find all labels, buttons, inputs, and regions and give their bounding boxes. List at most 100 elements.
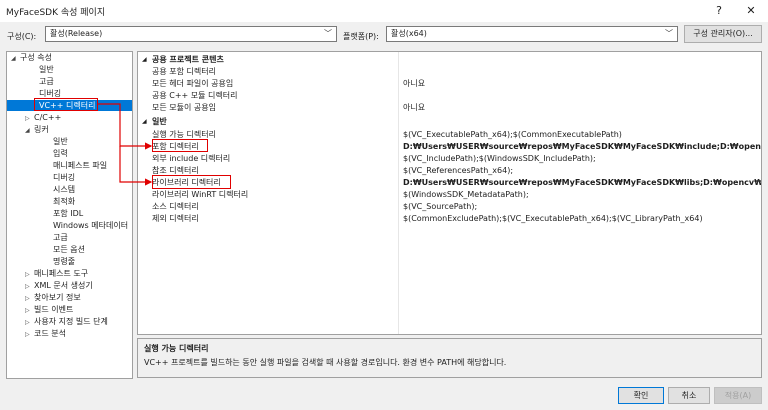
tree-item-label: 코드 분석 [34,329,66,338]
tree-item-browse-info[interactable]: ▷ 찾아보기 정보 [25,292,81,303]
tree-item-label: 구성 속성 [20,53,52,62]
property-row[interactable]: 공용 C++ 모듈 디렉터리 [138,90,761,102]
tree-item-custom-build-step[interactable]: ▷ 사용자 지정 빌드 단계 [25,316,108,327]
cancel-button[interactable]: 취소 [668,387,710,404]
category-label: 일반 [152,117,167,126]
config-label: 구성(C): [7,32,37,41]
tree-item-label: 디버깅 [39,89,62,98]
expand-icon[interactable]: ▷ [25,281,34,292]
config-value: 활성(Release) [50,29,103,38]
expand-icon[interactable]: ▷ [25,305,34,316]
config-dropdown[interactable]: 활성(Release) ﹀ [45,26,337,42]
annotation-box-library-dirs [152,175,231,189]
property-value[interactable]: 아니요 [403,78,425,90]
description-title: 실행 가능 디렉터리 [144,344,209,353]
property-name: 공용 C++ 모듈 디렉터리 [152,91,238,100]
tree-item-linker-manifest[interactable]: 매니페스트 파일 [53,160,107,171]
property-name: 모든 모듈이 공용임 [152,103,216,112]
property-row-library-dirs[interactable]: 라이브러리 디렉터리 D:₩Users₩USER₩source₩repos₩MyF… [138,177,761,189]
tree-item-linker-general[interactable]: 일반 [53,136,68,147]
tree-item-linker[interactable]: ◢ 링커 [25,124,49,135]
tree-item-xml-doc-generator[interactable]: ▷ XML 문서 생성기 [25,280,93,291]
property-name: 소스 디렉터리 [152,202,199,211]
tree-item-linker-optimization[interactable]: 최적화 [53,196,75,207]
apply-button[interactable]: 적용(A) [714,387,762,404]
property-row-reference-dirs[interactable]: 참조 디렉터리 $(VC_ReferencesPath_x64); [138,165,761,177]
property-value[interactable]: D:₩Users₩USER₩source₩repos₩MyFaceSDK₩MyF… [403,177,761,189]
tree-item-config-properties[interactable]: ◢ 구성 속성 [11,52,52,63]
property-value[interactable]: $(WindowsSDK_MetadataPath); [403,189,529,201]
property-row-executable-dirs[interactable]: 실행 가능 디렉터리 $(VC_ExecutablePath_x64);$(Com… [138,129,761,141]
tree-item-c-cpp[interactable]: ▷ C/C++ [25,112,61,123]
platform-dropdown[interactable]: 활성(x64) ﹀ [386,26,678,42]
expand-icon[interactable]: ▷ [25,269,34,280]
tree-item-label: 모든 옵션 [53,245,85,254]
property-name: 라이브러리 WinRT 디렉터리 [152,190,249,199]
tree-item-manifest-tool[interactable]: ▷ 매니페스트 도구 [25,268,88,279]
config-manager-button[interactable]: 구성 관리자(O)... [684,25,762,43]
window-title: MyFaceSDK 속성 페이지 [6,8,106,18]
tree-item-code-analysis[interactable]: ▷ 코드 분석 [25,328,66,339]
help-button[interactable]: ? [708,2,730,20]
tree-item-linker-system[interactable]: 시스템 [53,184,75,195]
tree-item-label: 일반 [39,65,54,74]
collapse-icon[interactable]: ◢ [142,116,147,128]
category-general[interactable]: ◢ 일반 [138,116,761,128]
tree-item-linker-windows-metadata[interactable]: Windows 메타데이터 [53,220,128,231]
tree-item-label: 찾아보기 정보 [34,293,81,302]
property-value[interactable]: $(VC_IncludePath);$(WindowsSDK_IncludePa… [403,153,596,165]
platform-value: 활성(x64) [391,29,427,38]
property-row-exclude-dirs[interactable]: 제외 디렉터리 $(CommonExcludePath);$(VC_Executa… [138,213,761,225]
close-button[interactable]: ✕ [740,2,762,20]
property-row[interactable]: 모든 모듈이 공용임 아니요 [138,102,761,114]
tree-item-label: 디버깅 [53,173,76,182]
collapse-icon[interactable]: ◢ [25,125,34,136]
property-row-source-dirs[interactable]: 소스 디렉터리 $(VC_SourcePath); [138,201,761,213]
tree-item-label: 빌드 이벤트 [34,305,74,314]
title-bar: MyFaceSDK 속성 페이지 ? ✕ [0,0,768,22]
property-grid[interactable]: ◢ 공용 프로젝트 콘텐츠 공용 포함 디렉터리 모든 헤더 파일이 공용임 아니요… [137,51,762,335]
tree-item-label: 명령줄 [53,257,76,266]
tree-item-label: 매니페스트 도구 [34,269,89,278]
chevron-down-icon: ﹀ [665,29,673,38]
property-value[interactable]: $(VC_ReferencesPath_x64); [403,165,513,177]
expand-icon[interactable]: ▷ [25,317,34,328]
property-name: 외부 include 디렉터리 [152,154,231,163]
collapse-icon[interactable]: ◢ [142,54,147,66]
category-public-project-content[interactable]: ◢ 공용 프로젝트 콘텐츠 [138,54,761,66]
tree-item-label: 포함 IDL [53,209,84,218]
tree-item-label: 시스템 [53,185,76,194]
tree-item-linker-debugging[interactable]: 디버깅 [53,172,75,183]
tree-item-linker-embedded-idl[interactable]: 포함 IDL [53,208,83,219]
property-value[interactable]: $(CommonExcludePath);$(VC_ExecutablePath… [403,213,703,225]
tree-item-linker-input[interactable]: 입력 [53,148,68,159]
property-value[interactable]: 아니요 [403,102,425,114]
property-value[interactable]: D:₩Users₩USER₩source₩repos₩MyFaceSDK₩MyF… [403,141,761,153]
property-row-library-winrt-dirs[interactable]: 라이브러리 WinRT 디렉터리 $(WindowsSDK_MetadataPat… [138,189,761,201]
platform-label: 플랫폼(P): [343,32,379,41]
tree-item-linker-command-line[interactable]: 명령줄 [53,256,75,267]
annotation-box-vc-directories [34,98,98,111]
tree-item-linker-all-options[interactable]: 모든 옵션 [53,244,85,255]
property-value[interactable]: $(VC_SourcePath); [403,201,477,213]
property-row[interactable]: 모든 헤더 파일이 공용임 아니요 [138,78,761,90]
ok-button[interactable]: 확인 [618,387,664,404]
expand-icon[interactable]: ◢ [11,53,20,64]
description-text: VC++ 프로젝트를 빌드하는 동안 실행 파일을 검색할 때 사용할 경로입니… [144,358,507,367]
tree-item-build-events[interactable]: ▷ 빌드 이벤트 [25,304,73,315]
property-name: 공용 포함 디렉터리 [152,67,216,76]
tree-item-linker-advanced[interactable]: 고급 [53,232,68,243]
expand-icon[interactable]: ▷ [25,329,34,340]
expand-icon[interactable]: ▷ [25,293,34,304]
property-row-external-include-dirs[interactable]: 외부 include 디렉터리 $(VC_IncludePath);$(Windo… [138,153,761,165]
expand-icon[interactable]: ▷ [25,113,34,124]
tree-item-advanced[interactable]: 고급 [39,76,54,87]
tree-item-label: 매니페스트 파일 [53,161,108,170]
tree-item-general[interactable]: 일반 [39,64,54,75]
property-row[interactable]: 공용 포함 디렉터리 [138,66,761,78]
property-row-include-dirs[interactable]: 포함 디렉터리 D:₩Users₩USER₩source₩repos₩MyFace… [138,141,761,153]
tree-item-label: 일반 [53,137,68,146]
tree-item-label: 링커 [34,125,49,134]
description-panel: 실행 가능 디렉터리 VC++ 프로젝트를 빌드하는 동안 실행 파일을 검색할… [137,338,762,378]
property-value[interactable]: $(VC_ExecutablePath_x64);$(CommonExecuta… [403,129,622,141]
